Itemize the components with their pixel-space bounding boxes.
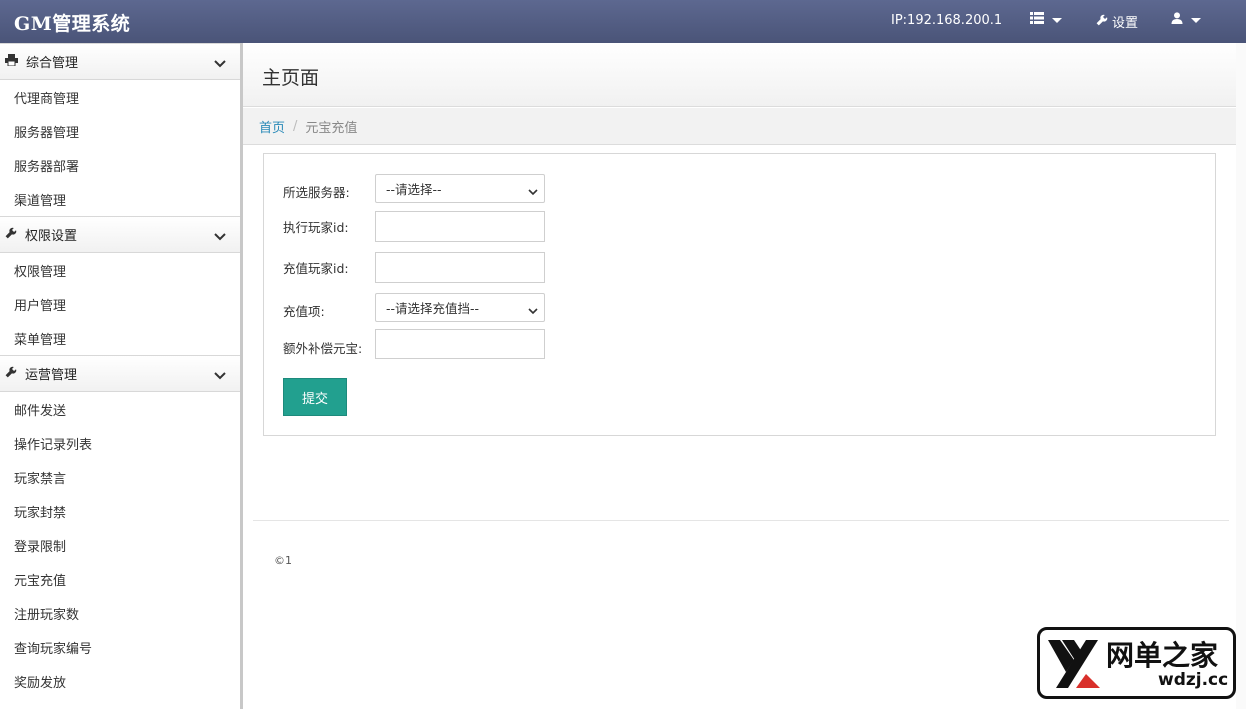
menu-list-dropdown[interactable] — [1030, 12, 1062, 28]
sidebar-item-rewards[interactable]: 奖励发放 — [0, 664, 240, 698]
sidebar-section-operations[interactable]: 运营管理 — [0, 355, 240, 392]
caret-down-icon — [1191, 17, 1201, 23]
chevron-down-icon — [214, 230, 226, 245]
watermark-en-text: wdzj.cc — [1158, 670, 1229, 690]
list-icon — [1030, 12, 1044, 28]
scrollbar[interactable] — [1236, 43, 1246, 709]
sidebar-item-registered[interactable]: 注册玩家数 — [0, 596, 240, 630]
watermark-cn-text: 网单之家 — [1106, 639, 1219, 672]
wrench-icon — [5, 227, 17, 243]
footer-copyright: ©1 — [274, 554, 292, 567]
extra-ingot-row: 额外补偿元宝: — [283, 329, 545, 359]
exec-player-label: 执行玩家id: — [283, 220, 349, 235]
settings-label: 设置 — [1112, 16, 1139, 31]
settings-link[interactable]: 设置 — [1096, 12, 1138, 31]
sidebar-item-login-limit[interactable]: 登录限制 — [0, 528, 240, 562]
recharge-player-row: 充值玩家id: — [283, 252, 545, 283]
sidebar-section-label: 权限设置 — [25, 229, 78, 244]
recharge-form-panel: 所选服务器: --请选择-- 执行玩家id: 充值玩家id: 充值项: --请选… — [263, 153, 1216, 436]
breadcrumb-home-link[interactable]: 首页 — [259, 117, 285, 136]
sidebar: 综合管理 代理商管理 服务器管理 服务器部署 渠道管理 权限设置 权限管理 用户… — [0, 43, 240, 709]
server-row: 所选服务器: --请选择-- — [283, 174, 545, 203]
sidebar-item-users[interactable]: 用户管理 — [0, 287, 240, 321]
sidebar-item-channel[interactable]: 渠道管理 — [0, 182, 240, 216]
extra-ingot-label: 额外补偿元宝: — [283, 340, 363, 356]
wdzj-logo-icon — [1046, 636, 1104, 696]
wrench-icon — [5, 366, 17, 382]
sidebar-item-oplog[interactable]: 操作记录列表 — [0, 426, 240, 460]
main-content: 主页面 首页 / 元宝充值 所选服务器: --请选择-- 执行玩家id: 充值玩… — [243, 43, 1246, 709]
server-label: 所选服务器: — [283, 185, 350, 200]
recharge-item-label: 充值项: — [283, 304, 325, 319]
top-navbar: GM管理系统 IP:192.168.200.1 设置 — [0, 0, 1246, 43]
sidebar-item-recharge[interactable]: 元宝充值 — [0, 562, 240, 596]
server-select[interactable]: --请选择-- — [375, 174, 545, 203]
sidebar-section-permission[interactable]: 权限设置 — [0, 216, 240, 253]
breadcrumb-separator: / — [293, 118, 298, 134]
recharge-player-input[interactable] — [375, 252, 545, 283]
sidebar-item-permission[interactable]: 权限管理 — [0, 253, 240, 287]
user-dropdown[interactable] — [1171, 12, 1201, 28]
caret-down-icon — [1052, 17, 1062, 23]
user-icon — [1171, 12, 1183, 28]
submit-button[interactable]: 提交 — [283, 378, 347, 416]
breadcrumb: 首页 / 元宝充值 — [243, 108, 1236, 145]
sidebar-item-server[interactable]: 服务器管理 — [0, 114, 240, 148]
footer-divider — [253, 520, 1229, 521]
printer-icon — [5, 53, 18, 70]
extra-ingot-input[interactable] — [375, 329, 545, 359]
chevron-down-icon — [214, 57, 226, 72]
recharge-player-label: 充值玩家id: — [283, 261, 349, 276]
wrench-icon — [1096, 14, 1108, 30]
recharge-item-select-value: --请选择充值挡-- — [386, 301, 480, 316]
chevron-down-icon — [528, 303, 538, 318]
sidebar-section-general[interactable]: 综合管理 — [0, 43, 240, 80]
sidebar-item-player-id[interactable]: 查询玩家编号 — [0, 630, 240, 664]
sidebar-section-label: 综合管理 — [26, 56, 79, 71]
sidebar-item-mail[interactable]: 邮件发送 — [0, 392, 240, 426]
sidebar-item-deploy[interactable]: 服务器部署 — [0, 148, 240, 182]
page-header: 主页面 — [243, 43, 1236, 107]
sidebar-item-mute[interactable]: 玩家禁言 — [0, 460, 240, 494]
breadcrumb-current: 元宝充值 — [305, 120, 358, 136]
ip-address: IP:192.168.200.1 — [891, 13, 1003, 28]
sidebar-item-ban[interactable]: 玩家封禁 — [0, 494, 240, 528]
server-select-value: --请选择-- — [386, 182, 442, 197]
sidebar-item-agent[interactable]: 代理商管理 — [0, 80, 240, 114]
page-title: 主页面 — [262, 67, 320, 89]
sidebar-item-menu[interactable]: 菜单管理 — [0, 321, 240, 355]
chevron-down-icon — [214, 369, 226, 384]
recharge-item-row: 充值项: --请选择充值挡-- — [283, 293, 545, 322]
exec-player-row: 执行玩家id: — [283, 211, 545, 242]
watermark-logo: 网单之家 wdzj.cc — [1037, 627, 1236, 699]
brand-title[interactable]: GM管理系统 — [14, 9, 130, 36]
chevron-down-icon — [528, 184, 538, 199]
exec-player-input[interactable] — [375, 211, 545, 242]
sidebar-section-label: 运营管理 — [25, 368, 78, 383]
recharge-item-select[interactable]: --请选择充值挡-- — [375, 293, 545, 322]
